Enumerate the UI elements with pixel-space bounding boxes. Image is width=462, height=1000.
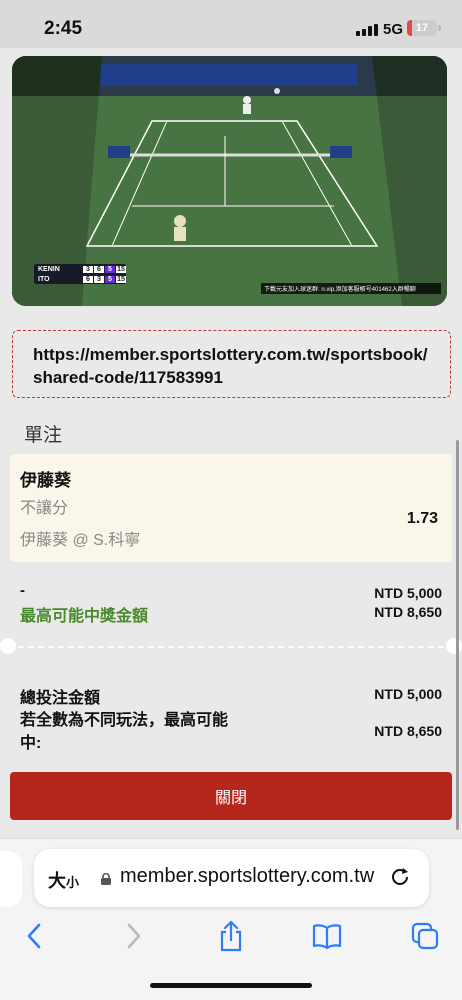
game-score: 5 [105,265,115,273]
total-stake-label: 總投注金額 [20,690,101,707]
stake-amount: NTD 5,000 [374,585,442,601]
bookmarks-button[interactable] [310,919,344,953]
safari-bottom-bar: 大小 member.sportslottery.com.tw [0,838,462,1000]
stake-dash: - [20,582,25,599]
battery-cap [438,25,441,31]
point-score: 15 [116,265,126,273]
bet-card: 伊藤葵 不讓分 伊藤葵 @ S.科寧 1.73 [10,454,452,562]
chevron-left-icon [27,923,41,949]
lock-icon [101,873,111,885]
set-score: 6 [83,275,93,283]
ticket-notch-left [0,638,16,654]
share-url-box[interactable]: https://member.sportslottery.com.tw/spor… [12,330,451,398]
max-win-amount: NTD 8,650 [374,604,442,620]
video-caption: 下載元友加入球迷群: n.vip,添加客服帳号401462入群暢聊 [261,283,441,294]
point-score: 15 [116,275,126,283]
address-bar[interactable]: 大小 member.sportslottery.com.tw [34,849,429,907]
status-time: 2:45 [44,18,83,39]
scoreboard: KENIN 3 6 5 15 ITO 6 3 5 15 [34,264,126,284]
bet-type-title: 單注 [24,425,63,446]
ticket-divider [8,646,454,648]
battery-icon: 17 [407,20,437,36]
book-icon [312,924,342,950]
battery-level: 17 [415,22,429,34]
share-icon [220,920,242,952]
player-name: ITO [38,275,50,283]
text-size-small: 小 [66,875,80,890]
game-score: 5 [105,275,115,283]
bet-player: 伊藤葵 [20,471,71,490]
safari-toolbar [0,917,462,957]
player-name: KENIN [38,265,60,273]
ticket-notch-right [446,638,462,654]
network-type: 5G [383,21,404,38]
max-possible-amount: NTD 8,650 [374,723,442,739]
max-win-label: 最高可能中獎金額 [20,608,149,625]
text-size-button[interactable]: 大小 [48,867,79,893]
chevron-right-icon [127,923,141,949]
share-button[interactable] [214,919,248,953]
total-stake-amount: NTD 5,000 [374,686,442,702]
bet-market: 不讓分 [20,500,69,517]
set-score: 3 [83,265,93,273]
max-possible-label: 若全數為不同玩法，最高可能中: [20,712,229,752]
set-score: 3 [94,275,104,283]
tabs-icon [411,922,439,950]
live-video[interactable]: KENIN 3 6 5 15 ITO 6 3 5 15 下載元友加入球迷群: n… [12,56,447,306]
scroll-indicator [456,440,459,830]
tabs-button[interactable] [408,919,442,953]
back-button[interactable] [18,919,52,953]
close-button[interactable]: 關閉 [10,772,452,820]
forward-button[interactable] [116,919,150,953]
bet-odds: 1.73 [406,510,438,527]
bet-selection: 伊藤葵 @ S.科寧 [20,532,141,549]
score-row: KENIN 3 6 5 15 [34,264,126,274]
url-display[interactable]: member.sportslottery.com.tw [120,865,378,888]
home-indicator [150,983,312,988]
text-size-large: 大 [48,871,66,891]
reload-icon[interactable] [388,865,412,889]
signal-icon [356,24,378,36]
score-row: ITO 6 3 5 15 [34,274,126,284]
share-url[interactable]: https://member.sportslottery.com.tw/spor… [33,343,436,389]
set-score: 6 [94,265,104,273]
previous-tab-peek[interactable] [0,851,22,907]
